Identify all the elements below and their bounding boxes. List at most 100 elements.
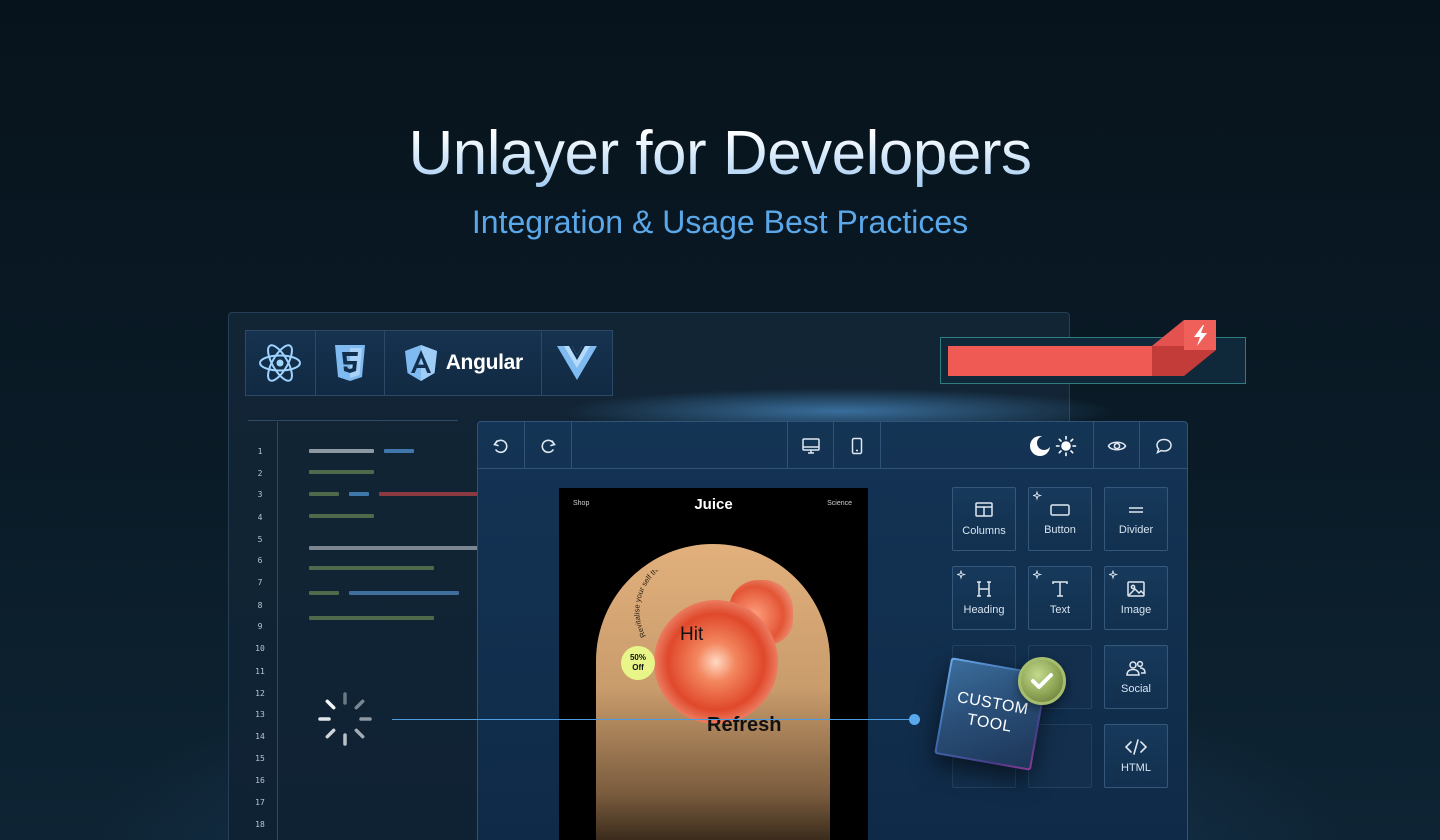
- desktop-view-button[interactable]: [787, 422, 834, 469]
- code-line: [309, 566, 434, 570]
- tool-label: Heading: [963, 604, 1005, 616]
- preview-icon: [1107, 440, 1126, 451]
- line-number: 16: [255, 776, 265, 785]
- theme-toggle[interactable]: [1023, 422, 1083, 469]
- social-icon: [1126, 660, 1146, 676]
- line-number: 18: [255, 820, 265, 829]
- badge-off: Off: [632, 663, 644, 672]
- vue-tab[interactable]: [542, 331, 612, 395]
- tool-columns[interactable]: Columns: [952, 487, 1016, 551]
- comment-button[interactable]: [1140, 422, 1187, 469]
- redo-icon: [541, 439, 556, 453]
- ai-sparkle-icon: [957, 570, 967, 580]
- line-number: 4: [257, 513, 263, 522]
- angular-icon: [404, 345, 437, 381]
- tool-html[interactable]: HTML: [1104, 724, 1168, 788]
- loading-spinner-icon: [318, 692, 372, 746]
- redo-button[interactable]: [525, 422, 572, 469]
- check-badge: [1018, 657, 1066, 705]
- angular-label: Angular: [445, 351, 524, 374]
- email-headline-bottom: Refresh: [707, 714, 782, 736]
- line-number: 17: [255, 798, 265, 807]
- checkmark-icon: [1031, 673, 1053, 689]
- tool-placeholder: [1028, 724, 1092, 788]
- line-number: 15: [255, 754, 265, 763]
- code-line: [309, 492, 339, 496]
- preview-button[interactable]: [1093, 422, 1140, 469]
- connector-dot: [909, 714, 920, 725]
- tool-heading[interactable]: Heading: [952, 566, 1016, 630]
- code-line: [384, 449, 414, 453]
- line-number: 13: [255, 710, 265, 719]
- line-number: 6: [257, 556, 263, 565]
- ai-sparkle-icon: [1033, 570, 1043, 580]
- email-editor-window: Shop Juice Science Revitalise your self …: [477, 421, 1188, 840]
- email-headline-top: Hit: [680, 624, 704, 645]
- code-line: [309, 470, 374, 474]
- line-number: 1: [257, 447, 263, 456]
- mobile-view-button[interactable]: [834, 422, 881, 469]
- tool-label: HTML: [1121, 762, 1151, 774]
- line-number: 8: [257, 601, 263, 610]
- tool-label: Columns: [962, 525, 1006, 537]
- code-line: [309, 546, 478, 550]
- html-code-icon: [1124, 739, 1148, 755]
- tool-image[interactable]: Image: [1104, 566, 1168, 630]
- email-canvas[interactable]: Shop Juice Science Revitalise your self …: [559, 488, 868, 840]
- columns-icon: [975, 502, 993, 517]
- html5-icon: [334, 345, 365, 381]
- code-line: [309, 514, 374, 518]
- tool-label: Text: [1049, 604, 1071, 616]
- tool-label: Button: [1044, 524, 1076, 536]
- tool-label: Social: [1121, 683, 1151, 695]
- dark-mode-icon: [1030, 435, 1051, 456]
- email-logo: Juice: [694, 496, 733, 513]
- tool-label: Image: [1120, 604, 1152, 616]
- gutter-divider: [248, 420, 458, 421]
- html5-tab[interactable]: [315, 331, 386, 395]
- undo-button[interactable]: [478, 422, 525, 469]
- line-number: 9: [257, 622, 263, 631]
- button-icon: [1050, 504, 1070, 516]
- image-icon: [1127, 581, 1145, 597]
- page-subtitle: Integration & Usage Best Practices: [471, 204, 969, 240]
- react-icon: [259, 344, 302, 382]
- badge-percent: 50%: [629, 653, 646, 662]
- code-line: [309, 616, 434, 620]
- editor-toolbar: [478, 422, 1187, 469]
- angular-tab[interactable]: Angular: [385, 331, 543, 395]
- react-tab[interactable]: [246, 331, 316, 395]
- email-nav-science[interactable]: Science: [827, 500, 852, 507]
- tool-divider[interactable]: Divider: [1104, 487, 1168, 551]
- line-number: 7: [257, 578, 263, 587]
- text-icon: [1052, 581, 1068, 597]
- ai-sparkle-icon: [1109, 570, 1119, 580]
- code-line: [349, 492, 369, 496]
- undo-icon: [493, 439, 508, 453]
- line-number: 3: [257, 490, 263, 499]
- line-number: 2: [257, 469, 263, 478]
- line-number: 14: [255, 732, 265, 741]
- gutter-line: [277, 422, 278, 840]
- red-bar-graphic: [948, 320, 1216, 376]
- discount-badge: 50% Off: [621, 646, 655, 680]
- ai-sparkle-icon: [1033, 491, 1043, 501]
- mobile-icon: [851, 437, 863, 454]
- comment-icon: [1155, 438, 1172, 454]
- code-line: [349, 591, 459, 595]
- tool-text[interactable]: Text: [1028, 566, 1092, 630]
- code-line: [379, 492, 478, 496]
- page-title: Unlayer for Developers: [0, 118, 1440, 189]
- line-number: 10: [255, 644, 265, 653]
- vue-icon: [557, 346, 598, 380]
- code-line: [309, 449, 374, 453]
- light-mode-icon: [1055, 435, 1077, 456]
- framework-bar: Angular: [245, 330, 613, 396]
- tool-social[interactable]: Social: [1104, 645, 1168, 709]
- line-number: 11: [255, 667, 265, 676]
- desktop-icon: [801, 437, 820, 454]
- line-number: 5: [257, 535, 263, 544]
- code-line: [309, 591, 339, 595]
- tool-button[interactable]: Button: [1028, 487, 1092, 551]
- heading-icon: [977, 581, 991, 597]
